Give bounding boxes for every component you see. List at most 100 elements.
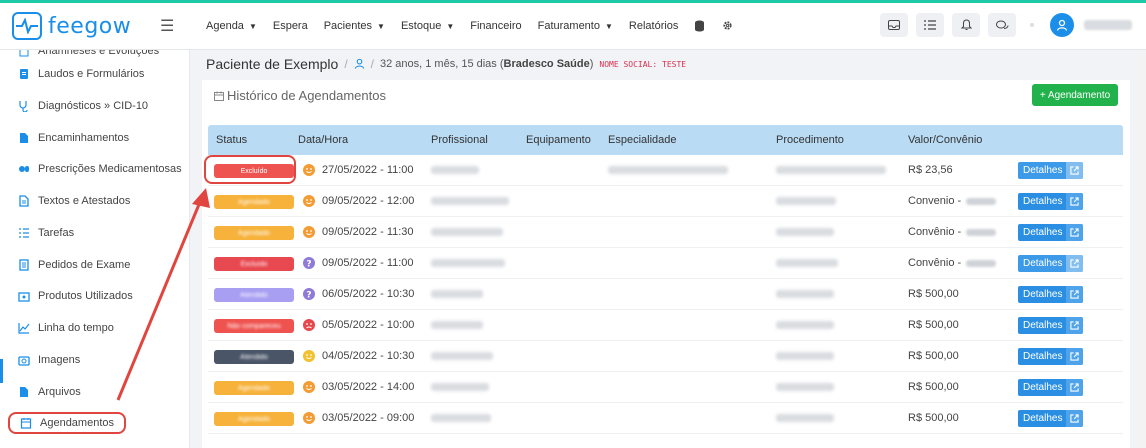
- column-header-profissional[interactable]: Profissional: [431, 134, 488, 146]
- column-header-equipamento[interactable]: Equipamento: [526, 134, 591, 146]
- chevron-down-icon: ▼: [377, 21, 385, 31]
- sidebar-item-anamneses-e-evolu-es[interactable]: Anamneses e Evoluções: [0, 50, 189, 62]
- sidebar-item-tarefas[interactable]: Tarefas: [0, 222, 189, 244]
- table-row[interactable]: Agendado 09/05/2022 - 11:30 Convênio - Det…: [208, 217, 1123, 248]
- details-button[interactable]: Detalhes: [1018, 410, 1083, 427]
- details-button[interactable]: Detalhes: [1018, 348, 1083, 365]
- chart-line-icon: [18, 322, 30, 334]
- appointment-datetime: 09/05/2022 - 11:00: [322, 257, 414, 269]
- external-link-icon[interactable]: [1066, 286, 1083, 303]
- status-badge[interactable]: Agendado: [214, 381, 294, 395]
- details-button[interactable]: Detalhes: [1018, 193, 1083, 210]
- status-badge[interactable]: Não compareceu: [214, 319, 294, 333]
- user-avatar[interactable]: [1050, 13, 1074, 37]
- column-header-valor-conv-nio[interactable]: Valor/Convênio: [908, 134, 982, 146]
- column-header-status[interactable]: Status: [216, 134, 247, 146]
- table-row[interactable]: Agendado 03/05/2022 - 14:00 R$ 500,00 Detal…: [208, 372, 1123, 403]
- chevron-down-icon: ▼: [248, 21, 257, 31]
- details-button[interactable]: Detalhes: [1018, 255, 1083, 272]
- logo[interactable]: feegow ☰: [0, 3, 188, 49]
- details-button[interactable]: Detalhes: [1018, 317, 1083, 334]
- chevron-down-icon: ▼: [604, 21, 613, 31]
- sidebar-item-agendamentos[interactable]: Agendamentos: [8, 412, 126, 434]
- sidebar-item-encaminhamentos[interactable]: Encaminhamentos: [0, 127, 189, 149]
- sidebar-item-textos-e-atestados[interactable]: Textos e Atestados: [0, 190, 189, 212]
- sidebar-item-linha-do-tempo[interactable]: Linha do tempo: [0, 317, 189, 339]
- sidebar-item-pedidos-de-exame[interactable]: Pedidos de Exame: [0, 254, 189, 276]
- nav-item-agenda[interactable]: Agenda ▼: [206, 20, 257, 32]
- nav-item-relatrios[interactable]: Relatórios: [629, 20, 679, 32]
- bell-icon[interactable]: [952, 13, 980, 37]
- details-button[interactable]: Detalhes: [1018, 379, 1083, 396]
- sidebar-item-arquivos[interactable]: Arquivos: [0, 381, 189, 403]
- external-link-icon[interactable]: [1066, 162, 1083, 179]
- sad-face-icon: [303, 319, 315, 331]
- patient-name[interactable]: Paciente de Exemplo: [206, 56, 338, 72]
- column-header-especialidade[interactable]: Especialidade: [608, 134, 677, 146]
- sidebar-item-label: Agendamentos: [40, 417, 114, 429]
- sidebar-item-prescri-es-medicamentosas[interactable]: Prescrições Medicamentosas: [0, 158, 189, 180]
- appointment-datetime: 09/05/2022 - 11:30: [322, 226, 414, 238]
- procedure-blurred: [776, 290, 834, 298]
- professional-blurred: [431, 166, 479, 174]
- nav-item-financeiro[interactable]: Financeiro: [470, 20, 521, 32]
- menu-toggle-icon[interactable]: ☰: [160, 16, 174, 36]
- breadcrumb: Paciente de Exemplo / / 32 anos, 1 mês, …: [206, 56, 686, 72]
- sidebar-item-laudos-e-formul-rios[interactable]: Laudos e Formulários: [0, 63, 189, 85]
- top-right-tools: [872, 13, 1132, 37]
- external-link-icon[interactable]: [1066, 348, 1083, 365]
- smile-face-icon: [303, 164, 315, 176]
- question-icon: ?: [303, 288, 315, 300]
- svg-text:?: ?: [306, 260, 311, 270]
- table-row[interactable]: Não compareceu 05/05/2022 - 10:00 R$ 500,0…: [208, 310, 1123, 341]
- table-row[interactable]: Agendado 03/05/2022 - 09:00 R$ 500,00 Detal…: [208, 403, 1123, 434]
- sidebar-item-imagens[interactable]: Imagens: [0, 349, 189, 371]
- table-row[interactable]: Excluído? 09/05/2022 - 11:00 Convênio - De…: [208, 248, 1123, 279]
- price-insurance: R$ 500,00: [908, 350, 959, 362]
- procedure-blurred: [776, 321, 834, 329]
- column-header-data-hora[interactable]: Data/Hora: [298, 134, 348, 146]
- details-button[interactable]: Detalhes: [1018, 224, 1083, 241]
- appointments-panel: Histórico de Agendamentos + Agendamento …: [202, 80, 1130, 448]
- status-badge[interactable]: Agendado: [214, 195, 294, 209]
- nav-item-pacientes[interactable]: Pacientes ▼: [324, 20, 385, 32]
- list-check-icon[interactable]: [916, 13, 944, 37]
- table-row[interactable]: Atendido 04/05/2022 - 10:30 R$ 500,00 Detal…: [208, 341, 1123, 372]
- table-row[interactable]: Atendido? 06/05/2022 - 10:30 R$ 500,00 Deta…: [208, 279, 1123, 310]
- svg-text:?: ?: [306, 291, 311, 301]
- status-badge[interactable]: Agendado: [214, 226, 294, 240]
- logo-text: feegow: [48, 13, 132, 39]
- table-row[interactable]: Excluído 27/05/2022 - 11:00 R$ 23,56 Detalh…: [208, 155, 1123, 186]
- status-badge[interactable]: Atendido: [214, 350, 294, 364]
- gear-icon[interactable]: [722, 20, 734, 32]
- smile-face-icon: [303, 381, 315, 393]
- professional-blurred: [431, 259, 505, 267]
- nav-item-espera[interactable]: Espera: [273, 20, 308, 32]
- external-link-icon[interactable]: [1066, 224, 1083, 241]
- status-badge[interactable]: Agendado: [214, 412, 294, 426]
- details-button[interactable]: Detalhes: [1018, 162, 1083, 179]
- external-link-icon[interactable]: [1066, 410, 1083, 427]
- external-link-icon[interactable]: [1066, 193, 1083, 210]
- procedure-blurred: [776, 414, 834, 422]
- scrollbar[interactable]: [1138, 50, 1146, 448]
- details-button[interactable]: Detalhes: [1018, 286, 1083, 303]
- database-icon[interactable]: [694, 20, 706, 32]
- external-link-icon[interactable]: [1066, 255, 1083, 272]
- sidebar-item-diagn-sticos-cid[interactable]: Diagnósticos » CID-10: [0, 95, 189, 117]
- column-header-procedimento[interactable]: Procedimento: [776, 134, 844, 146]
- status-badge[interactable]: Atendido: [214, 288, 294, 302]
- status-badge[interactable]: Excluído: [214, 257, 294, 271]
- external-link-icon[interactable]: [1066, 317, 1083, 334]
- inbox-icon[interactable]: [880, 13, 908, 37]
- external-link-icon[interactable]: [1066, 379, 1083, 396]
- procedure-blurred: [776, 166, 886, 174]
- username-blurred[interactable]: [1084, 20, 1132, 30]
- new-appointment-button[interactable]: + Agendamento: [1032, 84, 1118, 106]
- professional-blurred: [431, 383, 489, 391]
- nav-item-estoque[interactable]: Estoque ▼: [401, 20, 454, 32]
- chat-icon[interactable]: [988, 13, 1016, 37]
- sidebar-item-produtos-utilizados[interactable]: Produtos Utilizados: [0, 285, 189, 307]
- table-row[interactable]: Agendado 09/05/2022 - 12:00 Convenio - Det…: [208, 186, 1123, 217]
- nav-item-faturamento[interactable]: Faturamento ▼: [538, 20, 613, 32]
